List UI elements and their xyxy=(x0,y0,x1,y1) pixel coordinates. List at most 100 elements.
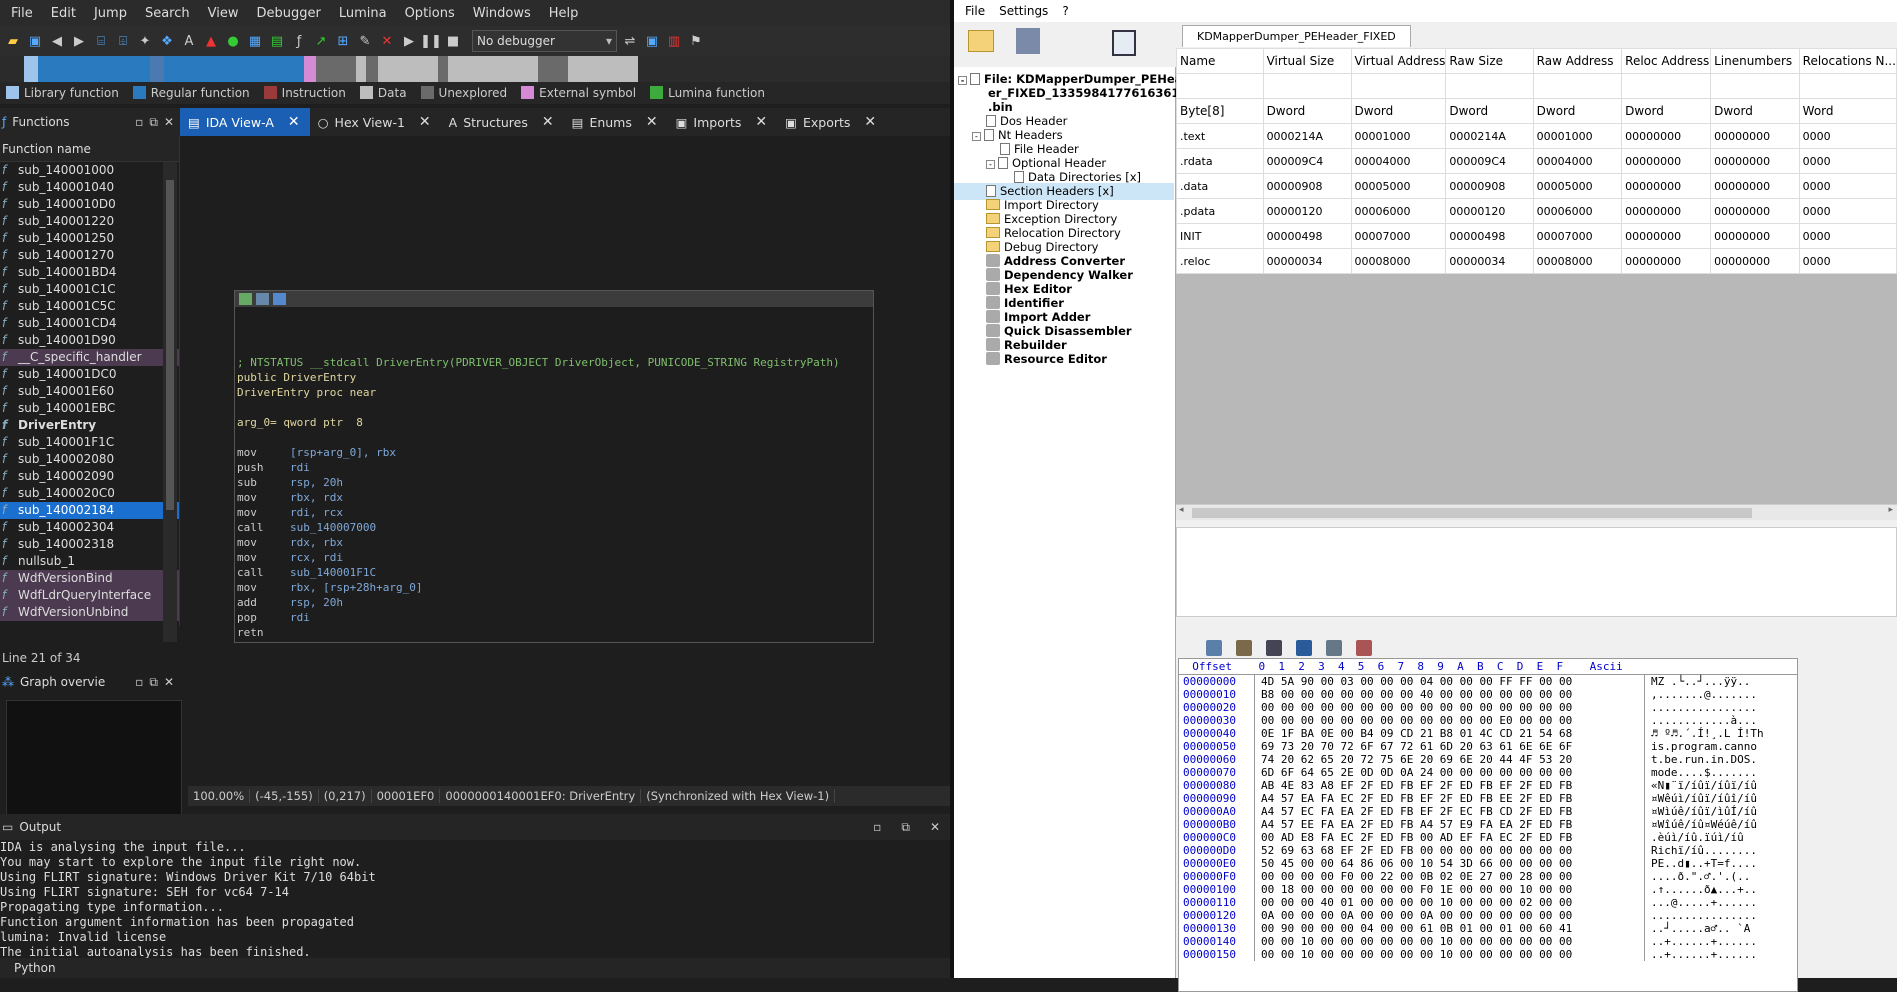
python-input-label[interactable]: Python xyxy=(0,958,954,978)
scroll-right-icon[interactable]: ▸ xyxy=(1888,505,1893,515)
hex-row[interactable]: 00000050 69 73 20 70 72 6F 67 72 61 6D 20… xyxy=(1179,740,1797,753)
column-header[interactable]: Raw Size xyxy=(1445,48,1534,74)
code-line[interactable]: mov rbx, [rsp+28h+arg_0] xyxy=(237,580,873,595)
column-header[interactable]: Name xyxy=(1176,48,1264,74)
hex-row[interactable]: 00000140 00 00 10 00 00 00 00 00 00 10 00… xyxy=(1179,935,1797,948)
table-cell[interactable]: 00000120 xyxy=(1445,198,1534,224)
edit-icon[interactable]: ✎ xyxy=(356,32,374,50)
hex-row[interactable]: 00000090 A4 57 EA FA EC 2F ED FB EF 2F ED… xyxy=(1179,792,1797,805)
table-cell[interactable]: 00005000 xyxy=(1532,173,1623,199)
hex-bytes[interactable]: 00 90 00 00 00 04 00 00 61 0B 01 00 01 0… xyxy=(1255,922,1645,935)
function-item[interactable]: f sub_1400020C0 xyxy=(0,485,179,502)
string-icon[interactable]: ✦ xyxy=(136,32,154,50)
function-item[interactable]: f WdfLdrQueryInterface xyxy=(0,587,179,604)
close-icon[interactable]: ✕ xyxy=(646,114,658,130)
table-cell[interactable]: .rdata xyxy=(1176,148,1264,174)
table-cell[interactable]: INIT xyxy=(1176,223,1264,249)
hex-row[interactable]: 000000D0 52 69 63 68 EF 2F ED FB 00 00 00… xyxy=(1179,844,1797,857)
code-line[interactable]: call sub_140001F1C xyxy=(237,565,873,580)
menu-item-help[interactable]: Help xyxy=(540,6,588,21)
delete-icon[interactable]: ✕ xyxy=(378,32,396,50)
hex-ascii[interactable]: ,.......@....... xyxy=(1645,688,1757,701)
table-cell[interactable]: 0000 xyxy=(1798,223,1897,249)
table-cell[interactable]: 00000034 xyxy=(1262,248,1352,274)
table-cell[interactable]: 00001000 xyxy=(1350,123,1447,149)
hex-bytes[interactable]: 69 73 20 70 72 6F 67 72 61 6D 20 63 61 6… xyxy=(1255,740,1645,753)
text-icon[interactable]: A xyxy=(180,32,198,50)
table-cell[interactable]: 00004000 xyxy=(1350,148,1447,174)
hex-ascii[interactable]: t.be.run.in.DOS. xyxy=(1645,753,1757,766)
table-cell[interactable]: 00007000 xyxy=(1532,223,1623,249)
column-header[interactable]: Linenumbers xyxy=(1710,48,1800,74)
code-line[interactable]: public DriverEntry xyxy=(237,370,873,385)
table-cell[interactable]: 00000000 xyxy=(1621,123,1712,149)
function-item[interactable]: f sub_140002184 xyxy=(0,502,179,519)
table-cell[interactable]: 0000 xyxy=(1798,148,1897,174)
close-icon[interactable]: ✕ xyxy=(419,114,431,130)
function-item[interactable]: f sub_140002304 xyxy=(0,519,179,536)
table-cell[interactable]: .data xyxy=(1176,173,1264,199)
function-item[interactable]: f sub_140001040 xyxy=(0,179,179,196)
forward-icon[interactable]: ▶ xyxy=(70,32,88,50)
tree-expander-icon[interactable]: - xyxy=(972,132,981,141)
tab-enums[interactable]: ▤ Enums ✕ xyxy=(564,108,668,136)
struct-icon[interactable]: ⊞ xyxy=(334,32,352,50)
run-icon[interactable]: ● xyxy=(224,32,242,50)
code-line[interactable]: add rsp, 20h xyxy=(237,595,873,610)
hex-row[interactable]: 00000030 00 00 00 00 00 00 00 00 00 00 00… xyxy=(1179,714,1797,727)
output-log[interactable]: IDA is analysing the input file... You ma… xyxy=(0,840,935,958)
hex-bytes[interactable]: 00 18 00 00 00 00 00 00 F0 1E 00 00 00 1… xyxy=(1255,883,1645,896)
scroll-left-icon[interactable]: ◂ xyxy=(1179,505,1184,515)
hex-ascii[interactable]: .↑......ð▲...+.. xyxy=(1645,883,1757,896)
hex-row[interactable]: 000000A0 A4 57 EC FA EA 2F ED FB EF 2F EC… xyxy=(1179,805,1797,818)
hex-bytes[interactable]: 00 00 00 00 00 00 00 00 00 00 00 00 00 0… xyxy=(1255,701,1645,714)
disassembly-listing[interactable]: ; NTSTATUS __stdcall DriverEntry(PDRIVER… xyxy=(235,307,873,640)
menu-item-edit[interactable]: Edit xyxy=(42,6,85,21)
table-cell[interactable]: 00000034 xyxy=(1445,248,1534,274)
menu-item-view[interactable]: View xyxy=(199,6,248,21)
hex-ascii[interactable]: ¤Wìúê/íûï/ìûÍ/íû xyxy=(1645,805,1757,818)
table-row[interactable]: .text 0000214A 00001000 0000214A 00001000 000… xyxy=(1176,123,1897,149)
function-item[interactable]: f sub_140002080 xyxy=(0,451,179,468)
settings-icon[interactable] xyxy=(1356,640,1372,656)
section-headers-grid[interactable]: Name Virtual Size Virtual Address Raw Size R… xyxy=(1176,48,1897,508)
functions-column-header[interactable]: Function name xyxy=(0,136,179,162)
table-cell[interactable]: 00000000 xyxy=(1710,148,1800,174)
table-cell[interactable]: 00006000 xyxy=(1350,198,1447,224)
hex-bytes[interactable]: 00 00 00 00 00 00 00 00 00 00 00 00 E0 0… xyxy=(1255,714,1645,727)
function-item[interactable]: f sub_140001DC0 xyxy=(0,366,179,383)
code-line[interactable]: arg_0= qword ptr 8 xyxy=(237,415,873,430)
hex-ascii[interactable]: ................ xyxy=(1645,909,1757,922)
color-icon[interactable] xyxy=(239,293,252,305)
hex-row[interactable]: 00000100 00 18 00 00 00 00 00 00 F0 1E 00… xyxy=(1179,883,1797,896)
code-line[interactable]: pop rdi xyxy=(237,610,873,625)
functions-scrollbar[interactable] xyxy=(163,162,177,642)
hex-row[interactable]: 00000070 6D 6F 64 65 2E 0D 0D 0A 24 00 00… xyxy=(1179,766,1797,779)
back-icon[interactable]: ◀ xyxy=(48,32,66,50)
function-item[interactable]: f DriverEntry xyxy=(0,417,179,434)
attach-icon[interactable]: ⇌ xyxy=(621,32,639,50)
function-item[interactable]: f sub_140001000 xyxy=(0,162,179,179)
function-item[interactable]: f sub_140001E60 xyxy=(0,383,179,400)
column-header[interactable]: Reloc Address xyxy=(1621,48,1712,74)
table-row[interactable]: .pdata 00000120 00006000 00000120 00006000 00… xyxy=(1176,198,1897,224)
hex-ascii[interactable]: mode....$....... xyxy=(1645,766,1757,779)
hex-bytes[interactable]: 00 00 10 00 00 00 00 00 00 10 00 00 00 0… xyxy=(1255,948,1645,961)
hex-ascii[interactable]: ♬ º♬.´.Í!¸.L Í!Th xyxy=(1645,727,1764,740)
function-item[interactable]: f sub_1400010D0 xyxy=(0,196,179,213)
tree-node[interactable]: Resource Editor xyxy=(986,351,1107,368)
tab-imports[interactable]: ▣ Imports ✕ xyxy=(668,108,778,136)
save-icon[interactable] xyxy=(1016,28,1040,54)
table-cell[interactable]: 00000908 xyxy=(1445,173,1534,199)
code-line[interactable]: DriverEntry proc near xyxy=(237,385,873,400)
menu-item-file[interactable]: File xyxy=(2,6,42,21)
hex-row[interactable]: 000000C0 00 AD E8 FA EC 2F ED FB 00 AD EF… xyxy=(1179,831,1797,844)
table-cell[interactable]: 00008000 xyxy=(1532,248,1623,274)
table-cell[interactable]: 00000000 xyxy=(1621,198,1712,224)
table-cell[interactable]: 0000 xyxy=(1798,248,1897,274)
column-header[interactable]: Raw Address xyxy=(1532,48,1623,74)
hex-row[interactable]: 00000040 0E 1F BA 0E 00 B4 09 CD 21 B8 01… xyxy=(1179,727,1797,740)
table-cell[interactable]: 00001000 xyxy=(1532,123,1623,149)
code-line[interactable]: mov rdx, rbx xyxy=(237,535,873,550)
tab-functions[interactable]: Functions xyxy=(12,115,69,129)
